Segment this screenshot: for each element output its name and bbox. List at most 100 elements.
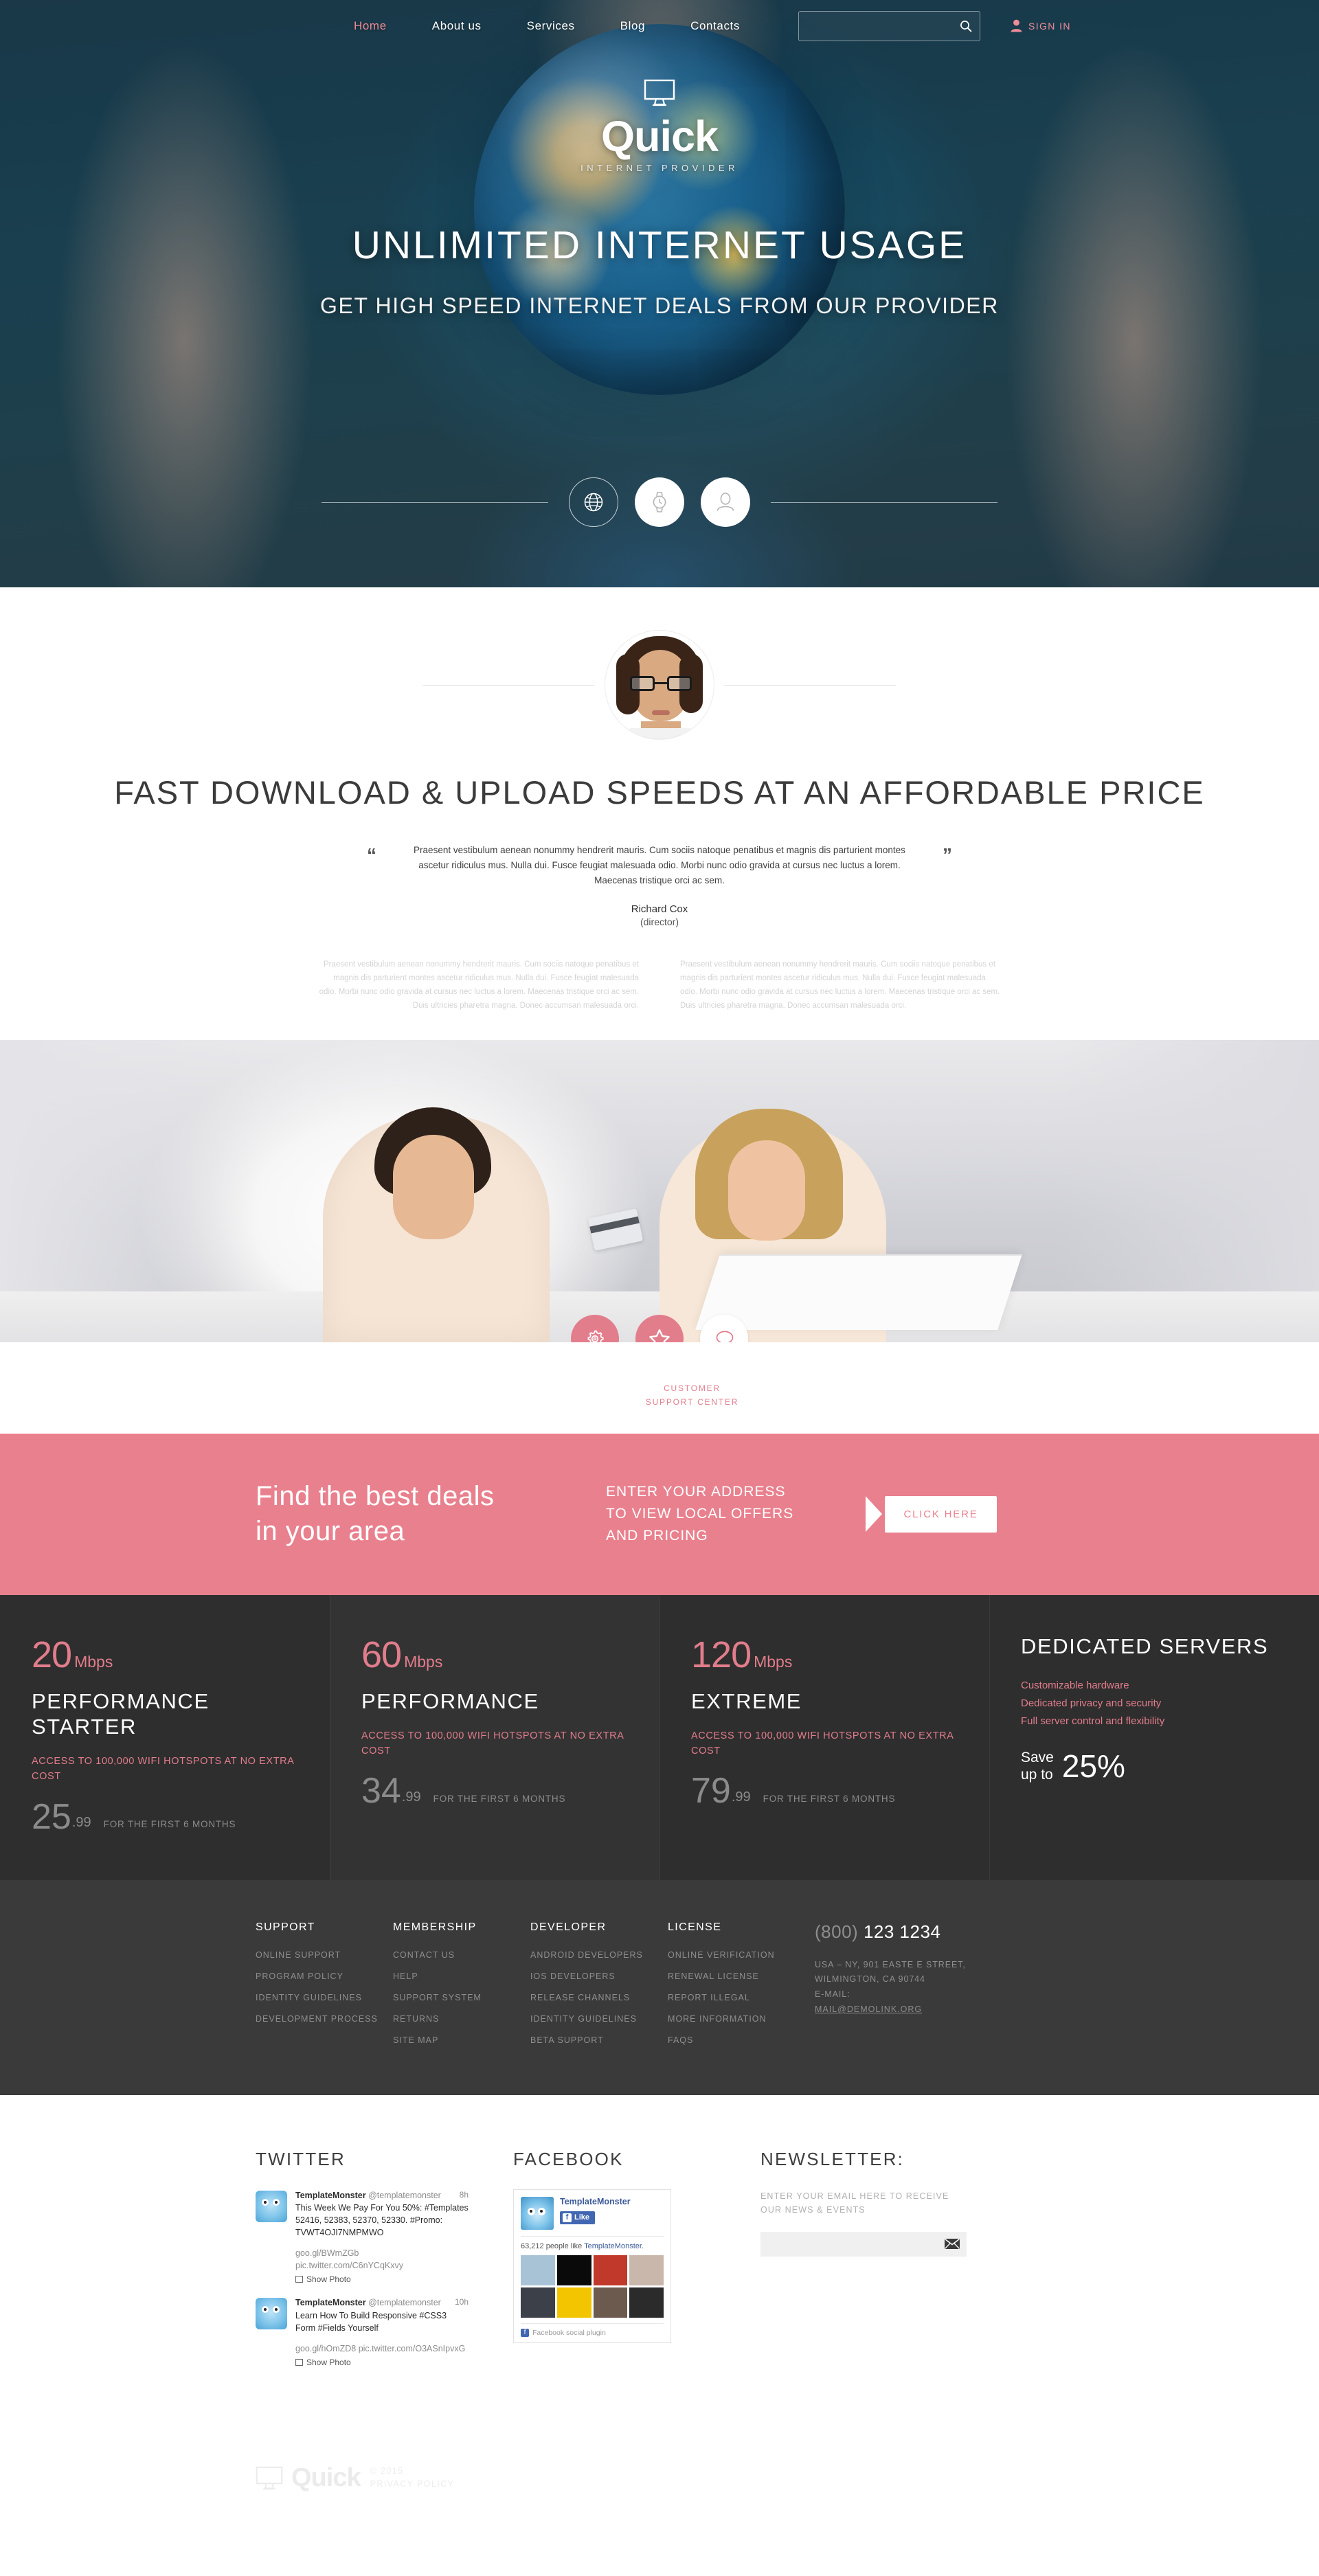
footer-link[interactable]: PROGRAM POLICY — [256, 1971, 393, 1981]
paragraph-right: Praesent vestibulum aenean nonummy hendr… — [680, 960, 1000, 1010]
like-label: Like — [574, 2213, 590, 2222]
footer-link[interactable]: RETURNS — [393, 2014, 530, 2024]
support-icon-settings[interactable] — [571, 1315, 619, 1343]
nav-item-about-us[interactable]: About us — [409, 19, 504, 33]
paragraph-left: Praesent vestibulum aenean nonummy hendr… — [319, 960, 639, 1010]
user-icon — [1011, 19, 1022, 32]
plan-price: 25 — [32, 1796, 71, 1837]
newsletter-form[interactable] — [760, 2231, 967, 2257]
bottom-bar: Quick © 2015 PRIVACY POLICY — [0, 2415, 1319, 2551]
nav-item-blog[interactable]: Blog — [598, 19, 668, 33]
nav-item-home[interactable]: Home — [331, 19, 409, 33]
footer-link[interactable]: FAQS — [668, 2035, 805, 2045]
hero-icon-globe[interactable] — [569, 477, 618, 527]
footer-column-heading: DEVELOPER — [530, 1921, 607, 1933]
pricing-dedicated-servers: DEDICATED SERVERS Customizable hardware … — [989, 1594, 1319, 1880]
footer-link[interactable]: BETA SUPPORT — [530, 2035, 668, 2045]
email-link[interactable]: MAIL@DEMOLINK.ORG — [815, 2002, 1035, 2018]
tweet-links[interactable]: goo.gl/BWmZGb pic.twitter.com/C6nYCqKxvy — [295, 2247, 469, 2272]
plan-price-row: 25 .99 FOR THE FIRST 6 MONTHS — [32, 1796, 298, 1837]
tweet-time: 10h — [454, 2297, 469, 2307]
search-input[interactable] — [798, 20, 952, 32]
plan-feature: ACCESS TO 100,000 WIFI HOTSPOTS AT NO EX… — [691, 1730, 954, 1756]
footer-link[interactable]: RENEWAL LICENSE — [668, 1971, 805, 1981]
tweet-show-photo[interactable]: Show Photo — [295, 2358, 469, 2367]
facebook-friend-thumbnail[interactable] — [556, 2287, 591, 2318]
top-navigation: Home About us Services Blog Contacts SIG… — [0, 0, 1319, 52]
footer-link[interactable]: MORE INFORMATION — [668, 2014, 805, 2024]
dedicated-features: Customizable hardware Dedicated privacy … — [1021, 1677, 1287, 1730]
footer-column-support: SUPPORT ONLINE SUPPORT PROGRAM POLICY ID… — [256, 1921, 393, 2057]
facebook-friend-thumbnail[interactable] — [521, 2255, 555, 2285]
cta-sub-line2: TO VIEW LOCAL OFFERS — [606, 1506, 794, 1522]
support-icon-favorites[interactable] — [635, 1315, 684, 1343]
plan-price-note: FOR THE FIRST 6 MONTHS — [763, 1793, 896, 1804]
plan-title: PERFORMANCE — [361, 1688, 539, 1713]
couple-photo — [0, 1040, 1319, 1343]
like-count-name[interactable]: TemplateMonster — [584, 2242, 642, 2250]
plugin-label: Facebook social plugin — [532, 2328, 606, 2337]
tweet-handle[interactable]: @templatemonster — [368, 2298, 441, 2307]
facebook-friend-thumbnail[interactable] — [629, 2287, 664, 2318]
plan-price: 34 — [361, 1771, 401, 1811]
support-icon-chat[interactable] — [700, 1315, 748, 1343]
click-here-button[interactable]: CLICK HERE — [885, 1495, 997, 1533]
facebook-friend-thumbnail[interactable] — [593, 2255, 628, 2285]
search-box[interactable] — [798, 10, 980, 41]
footer-link[interactable]: ONLINE VERIFICATION — [668, 1950, 805, 1960]
hero-logo[interactable]: Quick INTERNET PROVIDER — [0, 79, 1319, 173]
pricing-plan-2: 60 Mbps PERFORMANCE ACCESS TO 100,000 WIF… — [330, 1594, 660, 1880]
footer-link[interactable]: DEVELOPMENT PROCESS — [256, 2014, 393, 2024]
sign-in-button[interactable]: SIGN IN — [1011, 19, 1071, 32]
footer-link[interactable]: ANDROID DEVELOPERS — [530, 1950, 668, 1960]
tweet-show-photo[interactable]: Show Photo — [295, 2274, 469, 2284]
footer-link[interactable]: IDENTITY GUIDELINES — [530, 2014, 668, 2024]
footer-link[interactable]: ONLINE SUPPORT — [256, 1950, 393, 1960]
phone-area-code: (800) — [815, 1921, 859, 1942]
support-label-line2: SUPPORT CENTER — [645, 1397, 739, 1407]
plan-title: PERFORMANCE STARTER — [32, 1688, 210, 1739]
footer-column-heading: MEMBERSHIP — [393, 1921, 477, 1933]
facebook-like-button[interactable]: f Like — [560, 2211, 596, 2224]
facebook-friend-thumbnail[interactable] — [593, 2287, 628, 2318]
facebook-widget: FACEBOOK TemplateMonster f Like 63,212 p… — [513, 2149, 719, 2374]
cta-sub-line1: ENTER YOUR ADDRESS — [606, 1484, 786, 1500]
plan-feature: ACCESS TO 100,000 WIFI HOTSPOTS AT NO EX… — [361, 1730, 624, 1756]
footer-link[interactable]: CONTACT US — [393, 1950, 530, 1960]
testimonial-heading: FAST DOWNLOAD & UPLOAD SPEEDS AT AN AFFO… — [114, 774, 1205, 811]
cta-subtext: ENTER YOUR ADDRESS TO VIEW LOCAL OFFERS … — [606, 1481, 833, 1547]
facebook-page-name[interactable]: TemplateMonster — [560, 2197, 631, 2206]
footer-link[interactable]: IOS DEVELOPERS — [530, 1971, 668, 1981]
search-button[interactable] — [952, 20, 980, 32]
hero-icon-watch[interactable] — [635, 477, 684, 527]
nav-item-contacts[interactable]: Contacts — [668, 19, 763, 33]
footer-link[interactable]: REPORT ILLEGAL — [668, 1993, 805, 2002]
privacy-policy-link[interactable]: PRIVACY POLICY — [370, 2478, 455, 2491]
hero-icon-user[interactable] — [701, 477, 750, 527]
footer-meta: © 2015 PRIVACY POLICY — [370, 2465, 455, 2492]
tweet-links[interactable]: goo.gl/hOmZD8 pic.twitter.com/O3ASnIpvxG — [295, 2342, 469, 2355]
tweet-author[interactable]: TemplateMonster — [295, 2298, 366, 2307]
address-line-2: WILMINGTON, CA 90744 — [815, 1974, 925, 1985]
footer-link[interactable]: IDENTITY GUIDELINES — [256, 1993, 393, 2002]
footer-link[interactable]: RELEASE CHANNELS — [530, 1993, 668, 2002]
plan-speed-unit: Mbps — [74, 1652, 113, 1671]
footer-link[interactable]: SUPPORT SYSTEM — [393, 1993, 530, 2002]
newsletter-submit-button[interactable] — [938, 2232, 967, 2257]
tweet-item: 8h TemplateMonster @templatemonster This… — [256, 2189, 469, 2284]
footer-logo-name[interactable]: Quick — [291, 2463, 361, 2493]
tweet-handle[interactable]: @templatemonster — [368, 2191, 441, 2200]
footer-link[interactable]: HELP — [393, 1971, 530, 1981]
dedicated-feature-3: Full server control and flexibility — [1021, 1715, 1165, 1727]
hero-icon-row — [0, 477, 1319, 527]
quote-open-mark: “ — [367, 844, 376, 866]
footer-link[interactable]: SITE MAP — [393, 2035, 530, 2045]
newsletter-email-input[interactable] — [760, 2231, 938, 2257]
facebook-friend-thumbnail[interactable] — [629, 2255, 664, 2285]
plan-price-cents: .99 — [71, 1815, 91, 1831]
tweet-author[interactable]: TemplateMonster — [295, 2191, 366, 2200]
nav-item-services[interactable]: Services — [504, 19, 598, 33]
footer-contact-block: (800) 123 1234 USA – NY, 901 EASTE E STR… — [815, 1921, 1035, 2057]
facebook-friend-thumbnail[interactable] — [521, 2287, 555, 2318]
facebook-friend-thumbnail[interactable] — [556, 2255, 591, 2285]
